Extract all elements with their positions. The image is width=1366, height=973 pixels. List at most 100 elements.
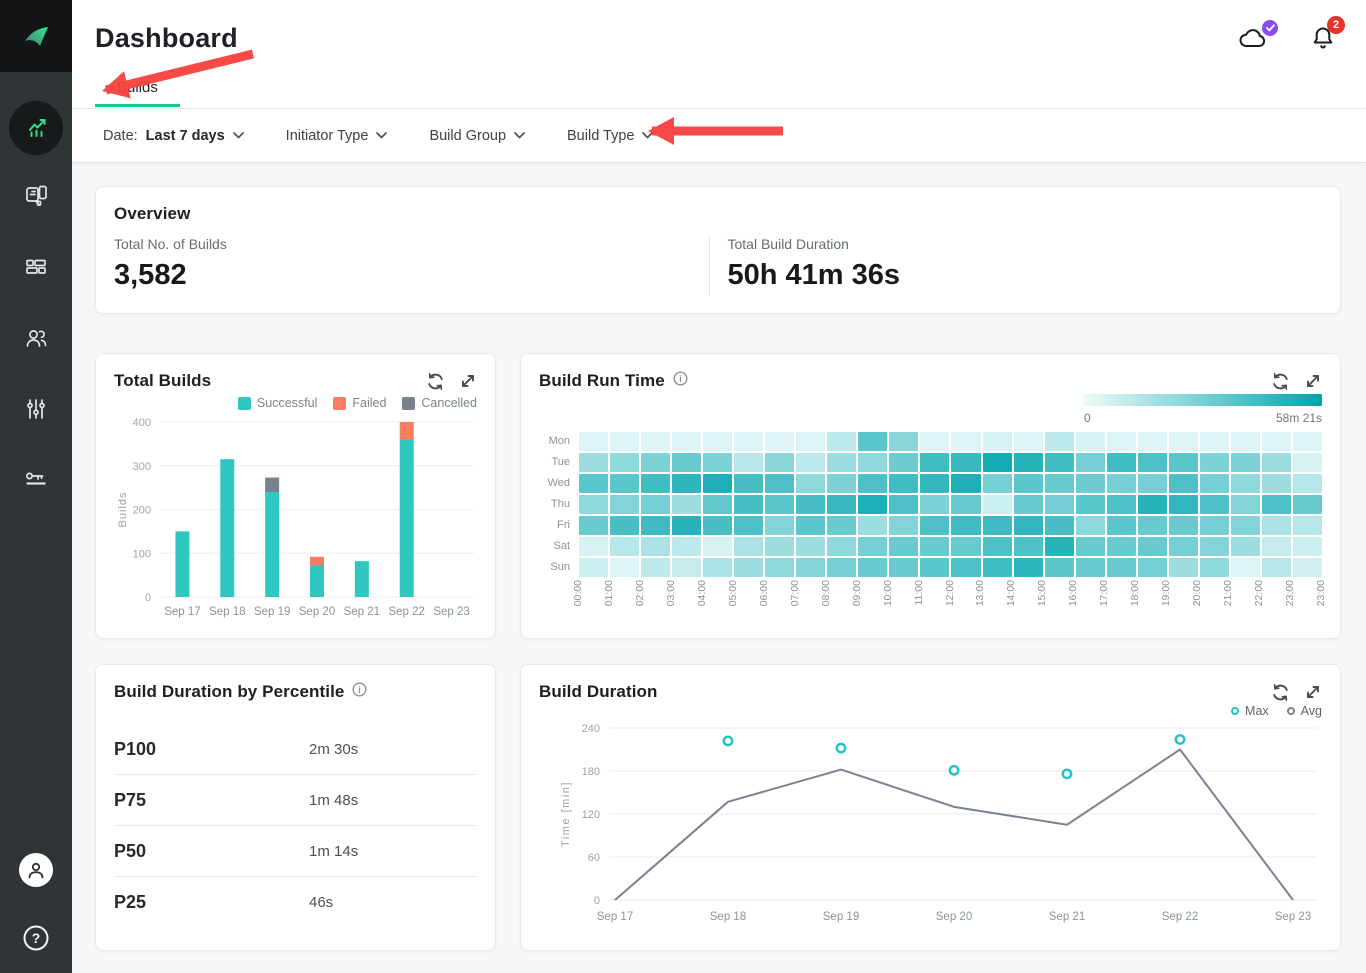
sidebar-item-insights[interactable] bbox=[0, 92, 72, 163]
heatmap-cell bbox=[951, 474, 980, 493]
heatmap-cell bbox=[579, 474, 608, 493]
heatmap-day-labels: MonTueWedThuFriSatSun bbox=[539, 432, 579, 577]
x-tick-label: Sep 22 bbox=[388, 606, 424, 618]
legend-item: Successful bbox=[238, 396, 317, 410]
heatmap-cell bbox=[1293, 537, 1322, 556]
heatmap-cell bbox=[1014, 537, 1043, 556]
heatmap-cell bbox=[796, 453, 825, 472]
heatmap-cell bbox=[641, 474, 670, 493]
heatmap-cell bbox=[951, 558, 980, 577]
legend-swatch bbox=[402, 397, 415, 410]
heatmap-cell bbox=[827, 558, 856, 577]
refresh-icon[interactable] bbox=[1271, 683, 1290, 702]
percentile-value: 1m 48s bbox=[309, 792, 477, 809]
filter-build-group[interactable]: Build Group bbox=[429, 128, 525, 144]
heatmap-cell bbox=[734, 495, 763, 514]
tabs-row: Builds bbox=[72, 76, 1366, 109]
heatmap-cell bbox=[734, 558, 763, 577]
heatmap-cell bbox=[734, 432, 763, 451]
cloud-sync-button[interactable] bbox=[1238, 26, 1270, 50]
heatmap-cell bbox=[1231, 474, 1260, 493]
help-icon[interactable]: ? bbox=[21, 923, 51, 953]
heatmap-cell bbox=[1138, 537, 1167, 556]
heatmap-cell bbox=[1169, 474, 1198, 493]
heatmap-cell bbox=[983, 474, 1012, 493]
hour-label: 02:00 bbox=[634, 580, 646, 606]
svg-text:i: i bbox=[359, 685, 362, 695]
metric-total-duration: Total Build Duration 50h 41m 36s bbox=[709, 236, 1323, 296]
notifications-bell-button[interactable]: 2 bbox=[1310, 24, 1336, 52]
expand-icon[interactable] bbox=[459, 372, 477, 391]
heatmap-cell bbox=[1200, 432, 1229, 451]
filter-initiator-type[interactable]: Initiator Type bbox=[286, 128, 388, 144]
build-duration-card: Build Duration bbox=[520, 664, 1341, 951]
heatmap-cell bbox=[796, 537, 825, 556]
total-builds-title: Total Builds bbox=[114, 371, 211, 391]
percentile-label: P100 bbox=[114, 739, 309, 760]
info-icon[interactable]: i bbox=[673, 371, 688, 391]
percentile-value: 2m 30s bbox=[309, 741, 477, 758]
heatmap-cell bbox=[1231, 453, 1260, 472]
hour-label: 18:00 bbox=[1129, 580, 1141, 606]
max-point bbox=[724, 737, 732, 745]
build-run-time-title: Build Run Time bbox=[539, 371, 665, 391]
heatmap-cell bbox=[1262, 432, 1291, 451]
heatmap-cell bbox=[1231, 537, 1260, 556]
heatmap-cell bbox=[1107, 432, 1136, 451]
sidebar-item-boards[interactable] bbox=[0, 234, 72, 305]
heatmap-cell bbox=[610, 537, 639, 556]
sidebar-item-settings[interactable] bbox=[0, 376, 72, 447]
heatmap-cell bbox=[889, 495, 918, 514]
hour-label: 06:00 bbox=[758, 580, 770, 606]
heatmap-grid bbox=[579, 432, 1322, 577]
heatmap-cell bbox=[1076, 453, 1105, 472]
avatar-icon[interactable] bbox=[19, 853, 53, 887]
brand-logo-icon[interactable] bbox=[0, 0, 72, 72]
heatmap-cell bbox=[796, 558, 825, 577]
sidebar-item-apps[interactable] bbox=[0, 163, 72, 234]
heatmap-cell bbox=[889, 453, 918, 472]
heatmap-cell bbox=[672, 516, 701, 535]
heatmap-cell bbox=[734, 516, 763, 535]
sidebar-item-users[interactable] bbox=[0, 305, 72, 376]
x-tick-label: Sep 20 bbox=[936, 911, 972, 923]
svg-text:?: ? bbox=[32, 930, 41, 946]
day-label: Wed bbox=[539, 474, 570, 493]
expand-icon[interactable] bbox=[1304, 683, 1322, 702]
heatmap-cell bbox=[796, 432, 825, 451]
heatmap-cell bbox=[920, 432, 949, 451]
y-tick-label: 180 bbox=[582, 766, 600, 778]
y-axis-label: Time [min] bbox=[560, 781, 572, 847]
heatmap-cell bbox=[1293, 495, 1322, 514]
heatmap-cell bbox=[1262, 495, 1291, 514]
hour-label: 07:00 bbox=[789, 580, 801, 606]
heatmap-cell bbox=[920, 453, 949, 472]
heatmap-cell bbox=[765, 474, 794, 493]
heatmap-cell bbox=[610, 474, 639, 493]
heatmap-cell bbox=[765, 432, 794, 451]
heatmap-cell bbox=[672, 453, 701, 472]
heatmap-cell bbox=[703, 537, 732, 556]
info-icon[interactable]: i bbox=[352, 682, 367, 702]
heatmap-cell bbox=[1045, 495, 1074, 514]
max-point bbox=[837, 744, 845, 752]
filter-bar: Date:Last 7 days Initiator Type Build Gr… bbox=[72, 109, 1366, 163]
page-title: Dashboard bbox=[95, 23, 238, 54]
bar-segment bbox=[400, 422, 414, 440]
y-tick-label: 0 bbox=[594, 895, 600, 907]
refresh-icon[interactable] bbox=[426, 372, 445, 391]
y-tick-label: 0 bbox=[145, 592, 151, 604]
tab-builds[interactable]: Builds bbox=[95, 76, 180, 107]
overview-title: Overview bbox=[114, 204, 1322, 224]
chevron-down-icon bbox=[376, 132, 387, 139]
heatmap-cell bbox=[641, 537, 670, 556]
hour-label: 09:00 bbox=[851, 580, 863, 606]
sidebar-item-api-keys[interactable] bbox=[0, 447, 72, 518]
filter-build-type[interactable]: Build Type bbox=[567, 128, 653, 144]
filter-date[interactable]: Date:Last 7 days bbox=[103, 128, 244, 144]
refresh-icon[interactable] bbox=[1271, 372, 1290, 391]
hour-label: 04:00 bbox=[696, 580, 708, 606]
total-builds-chart: 0100200300400BuildsSep 17Sep 18Sep 19Sep… bbox=[114, 410, 479, 622]
expand-icon[interactable] bbox=[1304, 372, 1322, 391]
heatmap-cell bbox=[1231, 495, 1260, 514]
